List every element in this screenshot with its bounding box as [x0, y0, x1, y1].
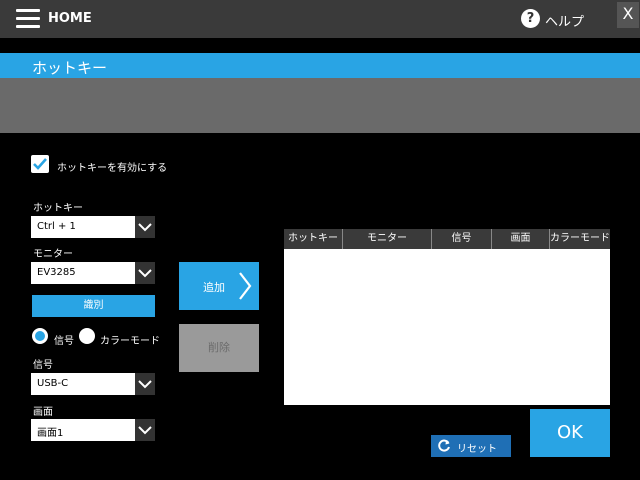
- help-link[interactable]: ヘルプ: [545, 11, 584, 30]
- radio-signal[interactable]: [32, 328, 48, 344]
- reset-button-label: リセット: [457, 444, 497, 455]
- add-button[interactable]: 追加: [179, 262, 259, 310]
- checkmark-icon: [33, 158, 47, 170]
- radio-color-mode-label: カラーモード: [100, 336, 160, 347]
- signal-select[interactable]: USB-C: [31, 373, 155, 395]
- description-band: [0, 78, 640, 133]
- screen-label: 画面: [33, 407, 53, 418]
- identify-button[interactable]: 識別: [32, 295, 155, 317]
- screen-value: 画面1: [37, 428, 64, 439]
- menu-icon[interactable]: [16, 9, 40, 29]
- chevron-down-icon: [135, 373, 155, 395]
- add-button-label: 追加: [203, 281, 225, 294]
- radio-color-mode[interactable]: [79, 328, 95, 344]
- column-header-monitor: モニター: [343, 229, 432, 249]
- signal-label: 信号: [33, 360, 53, 371]
- reset-button[interactable]: リセット: [431, 435, 511, 457]
- help-icon[interactable]: ?: [521, 9, 540, 28]
- chevron-right-icon: [239, 272, 252, 300]
- hotkey-select[interactable]: Ctrl + 1: [31, 216, 155, 238]
- hotkey-value: Ctrl + 1: [37, 221, 76, 232]
- chevron-down-icon: [135, 262, 155, 284]
- enable-hotkey-checkbox[interactable]: [31, 155, 49, 173]
- enable-hotkey-label: ホットキーを有効にする: [57, 163, 168, 174]
- table-header: ホットキー モニター 信号 画面 カラーモード: [284, 229, 610, 249]
- delete-button[interactable]: 削除: [179, 324, 259, 372]
- signal-value: USB-C: [37, 378, 69, 389]
- monitor-select[interactable]: EV3285: [31, 262, 155, 284]
- column-header-color-mode: カラーモード: [550, 233, 610, 244]
- top-bar: [0, 0, 640, 38]
- chevron-down-icon: [135, 419, 155, 441]
- home-link[interactable]: HOME: [48, 11, 92, 26]
- screen-select[interactable]: 画面1: [31, 419, 155, 441]
- hotkey-table: ホットキー モニター 信号 画面 カラーモード: [284, 229, 610, 405]
- page-title: ホットキー: [32, 59, 108, 77]
- radio-signal-label: 信号: [54, 336, 74, 347]
- monitor-label: モニター: [33, 249, 73, 260]
- ok-button[interactable]: OK: [530, 409, 610, 457]
- monitor-value: EV3285: [37, 267, 76, 278]
- column-header-signal: 信号: [432, 229, 492, 249]
- column-header-hotkey: ホットキー: [284, 229, 343, 249]
- chevron-down-icon: [135, 216, 155, 238]
- hotkey-label: ホットキー: [33, 203, 83, 214]
- refresh-icon: [438, 439, 450, 452]
- close-button[interactable]: X: [617, 2, 639, 28]
- column-header-screen: 画面: [492, 229, 550, 249]
